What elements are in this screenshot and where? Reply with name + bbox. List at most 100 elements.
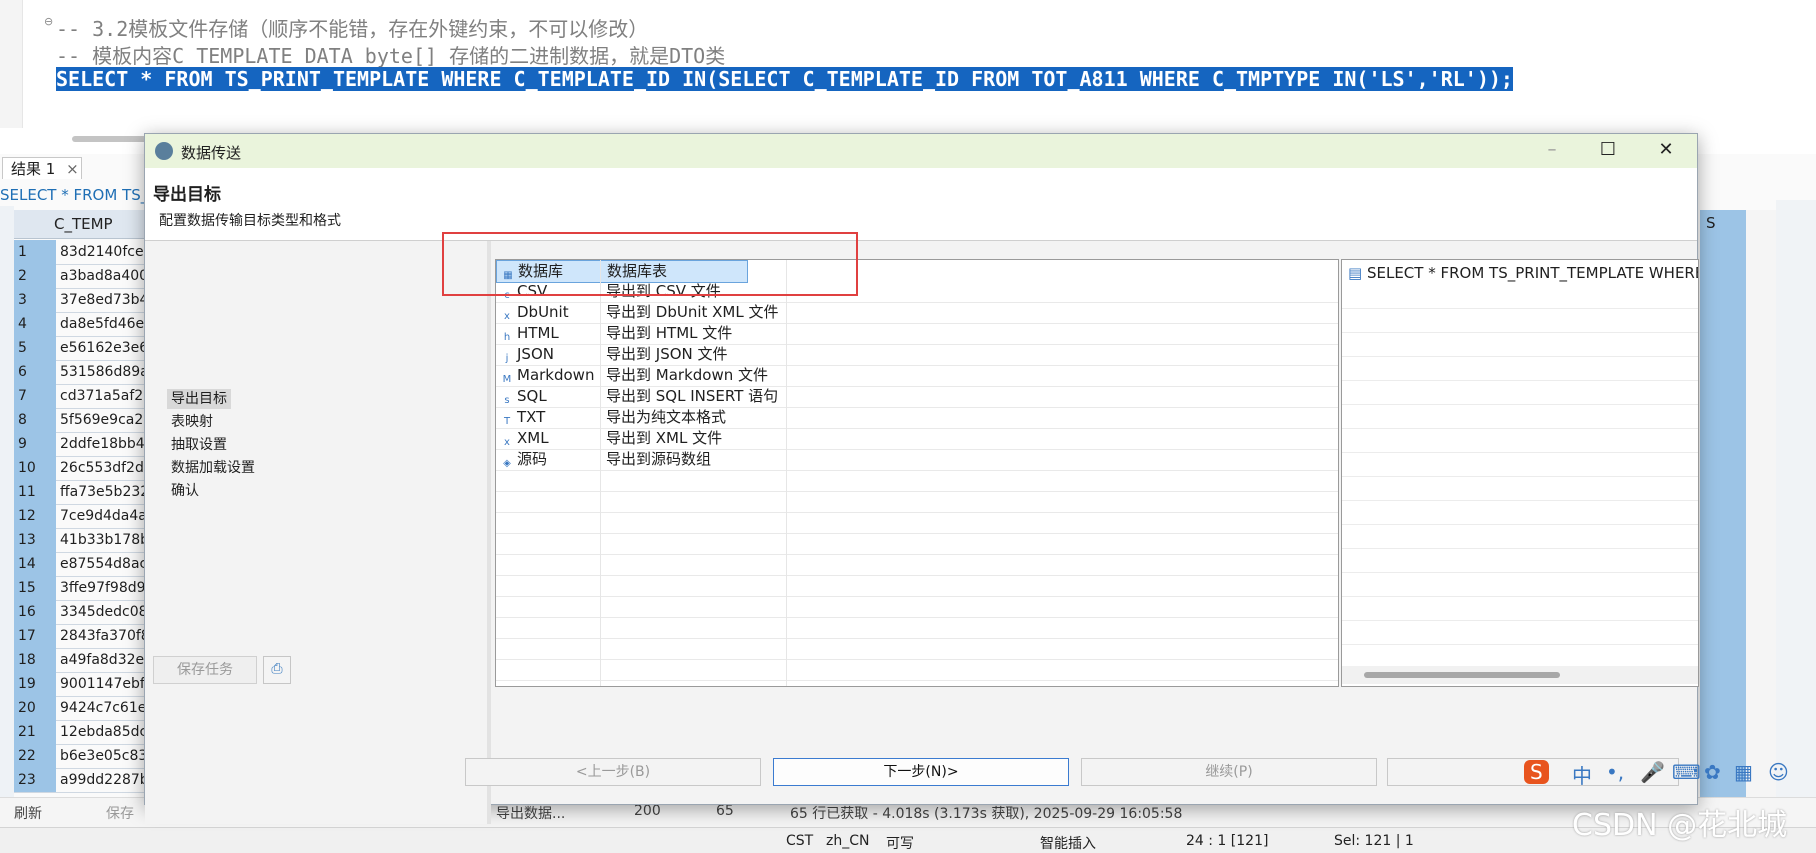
export-type-row[interactable]: x DbUnit 导出到 DbUnit XML 文件 xyxy=(496,302,1338,324)
table-row[interactable]: 23 a99dd2287b xyxy=(14,768,154,793)
dialog-titlebar[interactable]: 数据传送 – ☐ ✕ xyxy=(145,134,1697,168)
export-type-row[interactable]: M Markdown 导出到 Markdown 文件 xyxy=(496,365,1338,387)
back-button[interactable]: <上一步(B) xyxy=(465,758,761,786)
cell-value[interactable]: 2843fa370f8 xyxy=(60,624,154,648)
table-row[interactable]: 12 7ce9d4da4a xyxy=(14,504,154,529)
cell-value[interactable]: 37e8ed73b4 xyxy=(60,288,154,312)
ime-language[interactable]: 中 xyxy=(1572,760,1592,789)
tab-results-1[interactable]: 结果 1 × xyxy=(2,157,82,179)
cell-value[interactable]: 26c553df2d1 xyxy=(60,456,154,480)
cell-value[interactable]: e56162e3e68 xyxy=(60,336,154,360)
table-row[interactable]: 20 9424c7c61eb xyxy=(14,696,154,721)
cell-value[interactable]: 41b33b178b xyxy=(60,528,154,552)
grid-scrollbar[interactable] xyxy=(1746,210,1776,810)
nav-item-export-target[interactable]: 导出目标 xyxy=(167,389,231,409)
cell-value[interactable]: 2ddfe18bb4 xyxy=(60,432,154,456)
table-row[interactable]: 6 531586d89a xyxy=(14,360,154,385)
row-number: 15 xyxy=(14,576,56,600)
export-type-row[interactable]: h HTML 导出到 HTML 文件 xyxy=(496,323,1338,345)
table-row[interactable]: 13 41b33b178b xyxy=(14,528,154,553)
next-button[interactable]: 下一步(N)> xyxy=(773,758,1069,786)
sql-selected-statement[interactable]: SELECT * FROM TS_PRINT_TEMPLATE WHERE C_… xyxy=(56,67,1513,91)
table-row[interactable]: 10 26c553df2d1 xyxy=(14,456,154,481)
cell-value[interactable]: 3ffe97f98d9 xyxy=(60,576,154,600)
splitter[interactable] xyxy=(487,241,491,824)
task-icon[interactable]: ⎙ xyxy=(263,656,291,684)
table-row[interactable]: 19 9001147ebf4 xyxy=(14,672,154,697)
cell-value[interactable]: b6e3e05c83 xyxy=(60,744,154,768)
export-data-button[interactable]: 导出数据... xyxy=(496,803,565,823)
table-row[interactable]: 21 12ebda85dc xyxy=(14,720,154,745)
table-row[interactable]: 17 2843fa370f8 xyxy=(14,624,154,649)
refresh-button[interactable]: 刷新 xyxy=(14,803,42,823)
cell-value[interactable]: 12ebda85dc xyxy=(60,720,154,744)
nav-item-confirm[interactable]: 确认 xyxy=(167,481,203,501)
export-type-table[interactable]: ▦ 数据库 数据库表 c CSV 导出到 CSV 文件 x DbUnit 导出到 DbUnit … xyxy=(495,259,1339,687)
table-row[interactable]: 18 a49fa8d32e5 xyxy=(14,648,154,673)
table-row[interactable]: 15 3ffe97f98d9 xyxy=(14,576,154,601)
save-button[interactable]: 保存 xyxy=(106,803,134,823)
column-header[interactable]: C_TEMP xyxy=(54,215,113,233)
mascot-icon[interactable]: ☺ xyxy=(1768,760,1789,784)
maximize-icon[interactable]: ☐ xyxy=(1581,134,1635,168)
table-row[interactable]: 11 ffa73e5b232 xyxy=(14,480,154,505)
cell-value[interactable]: ffa73e5b232 xyxy=(60,480,154,504)
watermark: CSDN @花北城 xyxy=(1572,808,1788,843)
scrollbar-thumb[interactable] xyxy=(1364,672,1560,678)
cell-value[interactable]: 531586d89a xyxy=(60,360,154,384)
export-type-row[interactable]: x XML 导出到 XML 文件 xyxy=(496,428,1338,450)
fold-marker-icon[interactable]: ⊖ xyxy=(44,16,54,27)
close-icon[interactable]: × xyxy=(66,160,79,178)
export-type-row[interactable]: s SQL 导出到 SQL INSERT 语句 xyxy=(496,386,1338,408)
row-number: 7 xyxy=(14,384,56,408)
sql-editor[interactable]: ⊖ -- 3.2模板文件存储（顺序不能错，存在外键约束，不可以修改） -- 模板… xyxy=(0,0,1816,128)
nav-item-table-mapping[interactable]: 表映射 xyxy=(167,412,217,432)
source-query[interactable]: ▤ SELECT * FROM TS_PRINT_TEMPLATE WHERE … xyxy=(1348,264,1698,282)
cell-value[interactable]: a49fa8d32e5 xyxy=(60,648,154,672)
proceed-button[interactable]: 继续(P) xyxy=(1081,758,1377,786)
table-row[interactable]: 8 5f569e9ca28 xyxy=(14,408,154,433)
toolbox-icon[interactable]: ▦ xyxy=(1734,760,1753,784)
microphone-icon[interactable]: 🎤 xyxy=(1640,760,1665,784)
save-task-button[interactable]: 保存任务 xyxy=(153,656,257,684)
export-type-name-cell: j JSON xyxy=(500,344,600,365)
export-type-description: 导出为纯文本格式 xyxy=(606,408,727,426)
cell-value[interactable]: 9424c7c61eb xyxy=(60,696,154,720)
editor-scrollbar[interactable] xyxy=(72,136,152,142)
cell-value[interactable]: 5f569e9ca28 xyxy=(60,408,154,432)
table-row[interactable]: 7 cd371a5af2e xyxy=(14,384,154,409)
ime-punctuation[interactable]: •, xyxy=(1606,760,1624,784)
export-type-row[interactable]: ◈ 源码 导出到源码数组 xyxy=(496,449,1338,471)
table-row[interactable]: 16 3345dedc08 xyxy=(14,600,154,625)
keyboard-icon[interactable]: ⌨ xyxy=(1672,760,1701,784)
cell-value[interactable]: e87554d8ac xyxy=(60,552,154,576)
grid-header[interactable]: C_TEMP xyxy=(14,210,154,239)
export-type-row[interactable]: j JSON 导出到 JSON 文件 xyxy=(496,344,1338,366)
table-row[interactable]: 14 e87554d8ac xyxy=(14,552,154,577)
table-row[interactable]: 1 83d2140fcee xyxy=(14,240,154,265)
table-row[interactable]: 5 e56162e3e68 xyxy=(14,336,154,361)
cell-value[interactable]: da8e5fd46e0 xyxy=(60,312,154,336)
cell-value[interactable]: a99dd2287b xyxy=(60,768,154,792)
sogou-icon[interactable]: S xyxy=(1524,760,1549,784)
cell-value[interactable]: 3345dedc08 xyxy=(60,600,154,624)
fetch-size-field[interactable]: 200 xyxy=(634,803,661,819)
export-type-row[interactable]: T TXT 导出为纯文本格式 xyxy=(496,407,1338,429)
table-row[interactable]: 4 da8e5fd46e0 xyxy=(14,312,154,337)
vertical-toolbar xyxy=(0,206,14,806)
table-row[interactable]: 2 a3bad8a400 xyxy=(14,264,154,289)
skin-icon[interactable]: ✿ xyxy=(1704,760,1721,784)
table-row[interactable]: 22 b6e3e05c83 xyxy=(14,744,154,769)
close-icon[interactable]: ✕ xyxy=(1639,134,1693,168)
table-row[interactable]: 3 37e8ed73b4 xyxy=(14,288,154,313)
sql-comment-line: -- 模板内容C_TEMPLATE_DATA byte[] 存储的二进制数据，就… xyxy=(56,44,726,68)
nav-item-extract-settings[interactable]: 抽取设置 xyxy=(167,435,231,455)
cell-value[interactable]: a3bad8a400 xyxy=(60,264,154,288)
cell-value[interactable]: 7ce9d4da4a xyxy=(60,504,154,528)
cell-value[interactable]: cd371a5af2e xyxy=(60,384,154,408)
cell-value[interactable]: 9001147ebf4 xyxy=(60,672,154,696)
nav-item-load-settings[interactable]: 数据加载设置 xyxy=(167,458,259,478)
table-row[interactable]: 9 2ddfe18bb4 xyxy=(14,432,154,457)
minimize-icon[interactable]: – xyxy=(1525,134,1579,168)
cell-value[interactable]: 83d2140fcee xyxy=(60,240,154,264)
